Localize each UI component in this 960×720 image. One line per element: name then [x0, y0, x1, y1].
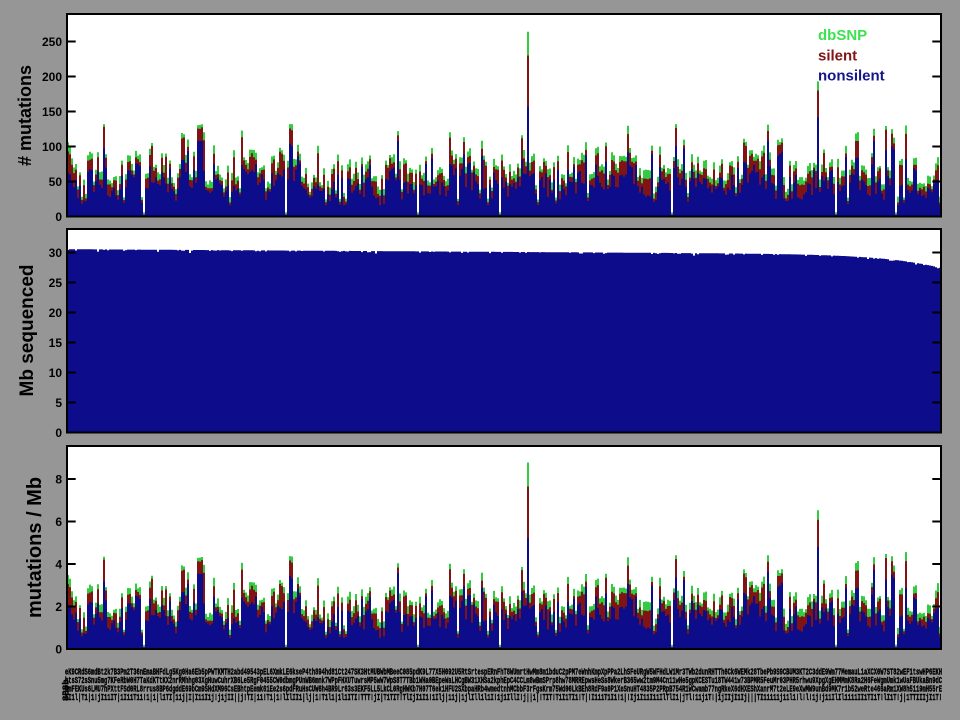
svg-text:dbSNP: dbSNP [818, 27, 867, 44]
svg-text:20: 20 [49, 306, 63, 320]
svg-text:6: 6 [55, 515, 62, 529]
svg-text:10: 10 [49, 366, 63, 380]
svg-text:4: 4 [55, 557, 62, 571]
svg-text:# mutations: # mutations [15, 65, 35, 166]
svg-text:50: 50 [49, 175, 63, 189]
svg-text:nonsilent: nonsilent [818, 68, 885, 85]
svg-text:25: 25 [49, 276, 63, 290]
svg-text:mutations / Mb: mutations / Mb [24, 477, 46, 618]
svg-text:silent: silent [818, 47, 857, 64]
svg-text:200: 200 [42, 70, 62, 84]
svg-text:100: 100 [42, 140, 62, 154]
svg-text:0: 0 [55, 426, 62, 440]
svg-text:1I1l|T1|1!jI11IT|1I11T11!1|1|l: 1I1l|T1|1!jI11IT|1I11T11!1|1|l1TI|11j|I|… [65, 692, 942, 703]
svg-text:15: 15 [49, 336, 63, 350]
svg-text:250: 250 [42, 35, 62, 49]
svg-text:30: 30 [49, 246, 63, 260]
svg-text:Mb sequenced: Mb sequenced [17, 265, 38, 397]
svg-text:0: 0 [55, 210, 62, 224]
svg-text:5: 5 [55, 396, 62, 410]
svg-text:150: 150 [42, 105, 62, 119]
svg-text:8: 8 [55, 472, 62, 486]
svg-text:8B8b: 8B8b [62, 679, 72, 701]
svg-text:2: 2 [55, 600, 62, 614]
svg-text:0: 0 [55, 642, 62, 656]
